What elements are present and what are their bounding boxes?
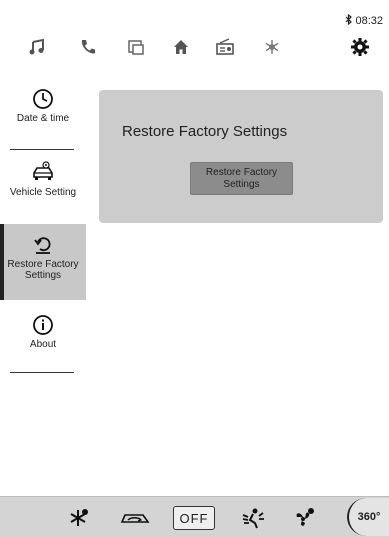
sidebar-item-label: Vehicle Setting [9,187,77,198]
top-navigation [0,30,389,64]
view-360-button[interactable]: 360° [347,498,389,536]
sidebar-divider [10,149,74,150]
ac-off-button[interactable]: OFF [173,505,215,531]
radio-icon[interactable] [208,30,242,64]
clock-time: 08:32 [355,15,383,27]
sidebar-item-about[interactable]: About [0,314,86,356]
info-icon [0,314,86,336]
panel-title: Restore Factory Settings [122,123,288,140]
restore-factory-panel: Restore Factory Settings Restore Factory… [99,90,383,223]
view-360-label: 360° [357,511,381,523]
clock-icon [0,88,86,110]
sidebar-item-restore-factory-settings[interactable]: Restore Factory Settings [0,224,86,300]
recirculation-icon[interactable] [118,505,152,531]
bottom-climate-bar: OFF 360° [0,496,389,537]
fan-icon[interactable] [290,505,318,531]
sidebar-item-label: Restore Factory Settings [7,259,79,281]
apps-icon[interactable] [119,30,153,64]
car-settings-icon [0,160,86,184]
settings-icon[interactable] [343,30,377,64]
sidebar-item-label: About [29,339,57,350]
defrost-icon[interactable] [66,505,92,531]
home-icon[interactable] [164,30,198,64]
sidebar-item-label: Date & time [16,113,70,124]
off-label: OFF [173,506,215,530]
sidebar-item-vehicle-setting[interactable]: Vehicle Setting [0,160,86,210]
sidebar-divider [10,372,74,373]
bluetooth-icon [345,13,353,28]
restore-factory-button[interactable]: Restore Factory Settings [190,162,293,195]
status-bar: 08:32 [345,13,383,28]
airflow-icon[interactable] [240,505,266,531]
restore-icon [0,224,86,256]
phone-icon[interactable] [71,30,105,64]
climate-icon[interactable] [255,30,289,64]
music-icon[interactable] [20,30,54,64]
sidebar-item-date-time[interactable]: Date & time [0,88,86,132]
